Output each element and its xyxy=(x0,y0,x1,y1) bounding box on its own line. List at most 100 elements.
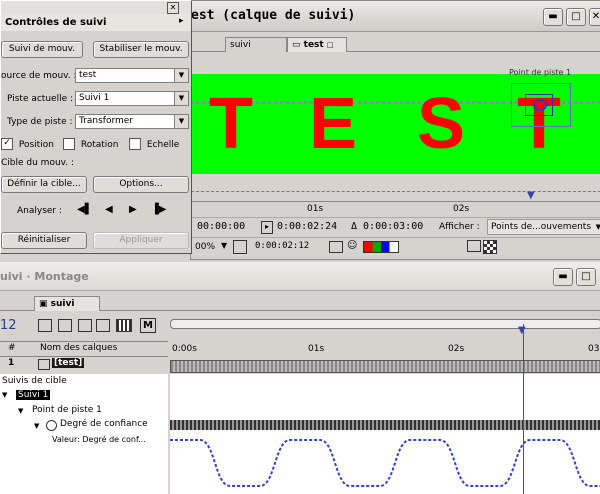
layer-time-controls: 00:00:00 ▸ 0:00:02:24 Δ 0:00:03:00 Affic… xyxy=(191,217,600,236)
set-target-button[interactable]: Définir la cible... xyxy=(1,176,87,193)
comp-viewer[interactable]: T E S T xyxy=(191,74,600,174)
tab-timeline-suivi[interactable]: ▣ suivi xyxy=(34,296,100,311)
playhead-icon[interactable]: ▼ xyxy=(518,325,526,336)
expand-icon[interactable]: ▼ xyxy=(2,391,7,399)
apply-button: Appliquer xyxy=(93,232,189,249)
playhead-icon[interactable]: ▼ xyxy=(527,190,535,201)
maximize-icon[interactable]: □ xyxy=(566,8,586,26)
marker-icon[interactable]: M xyxy=(140,318,156,333)
scale-checkbox[interactable]: Echelle xyxy=(129,138,179,150)
shy-icon[interactable] xyxy=(58,319,72,332)
source-dropdown[interactable]: test ▼ xyxy=(75,68,189,83)
film-icon[interactable] xyxy=(116,319,132,332)
letter-s: S xyxy=(417,84,466,164)
reset-button[interactable]: Réinitialiser xyxy=(1,232,87,249)
frame-blend-icon[interactable] xyxy=(78,319,92,332)
layer-name[interactable]: [test] xyxy=(52,358,85,368)
color-channels-icon[interactable] xyxy=(363,241,399,253)
layer-bottom-bar: 00% ▼ 0:00:02:12 ☺ xyxy=(191,237,600,256)
timeline-playhead[interactable] xyxy=(523,324,524,494)
timeline-tree: Suivis de cible ▼ Suivi 1 ▼ Point de pis… xyxy=(0,374,168,494)
letter-e: E xyxy=(309,84,358,164)
step-forward-icon[interactable]: ▶ xyxy=(129,204,137,215)
analyze-forward-icon[interactable]: ▐▶ xyxy=(151,204,166,215)
layer-tab-bar: suivi ▭ test □ xyxy=(191,35,600,52)
track-motion-button[interactable]: Suivi de mouv. xyxy=(1,41,83,58)
stabilize-motion-button[interactable]: Stabiliser le mouv. xyxy=(93,41,189,58)
show-label: Afficher : xyxy=(439,222,480,232)
confidence-keyframes[interactable] xyxy=(170,420,600,430)
camera-icon[interactable] xyxy=(329,241,343,253)
person-icon[interactable]: ☺ xyxy=(347,240,357,251)
timeline-titlebar[interactable]: uivi · Montage ▬ □ xyxy=(0,262,600,291)
letter-t1: T xyxy=(209,84,253,164)
current-track-dropdown[interactable]: Suivi 1 ▼ xyxy=(75,91,189,106)
confidence-graph[interactable] xyxy=(170,434,600,494)
layer-duration-bar[interactable] xyxy=(170,360,600,373)
stopwatch-icon[interactable] xyxy=(46,420,57,431)
layer-work-area[interactable] xyxy=(191,191,600,200)
grid-icon[interactable] xyxy=(233,240,247,254)
tracker-panel-header: Contrôles de suivi ▸ xyxy=(1,14,191,31)
comp-icon: ▣ xyxy=(39,299,51,309)
expand-icon[interactable]: ▼ xyxy=(18,407,23,415)
panel-menu-icon[interactable]: ▸ xyxy=(179,16,184,26)
time-duration: Δ 0:00:03:00 xyxy=(351,221,424,232)
region-icon[interactable] xyxy=(467,240,481,252)
track-type-dropdown[interactable]: Transformer ▼ xyxy=(75,114,189,129)
track-point-icon[interactable] xyxy=(533,99,547,111)
tracker-panel-titlebar[interactable] xyxy=(1,1,191,14)
options-button[interactable]: Options... xyxy=(93,176,189,193)
transparency-grid-icon[interactable] xyxy=(483,240,497,254)
chevron-down-icon: ▼ xyxy=(595,223,600,231)
set-in-icon[interactable]: ▸ xyxy=(261,221,273,234)
time-current[interactable]: 0:00:02:24 xyxy=(277,221,337,232)
minimize-icon[interactable]: ▬ xyxy=(543,8,563,26)
layer-row[interactable]: 1 [test] xyxy=(0,358,168,371)
track-point-label: Point de piste 1 xyxy=(509,68,572,77)
tab-test[interactable]: ▭ test □ xyxy=(287,37,347,52)
current-time-display[interactable]: 12 xyxy=(0,318,17,333)
analyze-backward-icon[interactable]: ◀▌ xyxy=(77,204,92,215)
timeline-graph-area xyxy=(170,374,600,494)
col-num: # xyxy=(8,343,16,353)
tab-suivi[interactable]: suivi xyxy=(225,37,287,52)
tracker-close-icon[interactable]: ✕ xyxy=(167,2,179,14)
tab-close-icon[interactable]: □ xyxy=(327,41,334,49)
layer-column-header: # Nom des calques xyxy=(0,341,168,357)
timeline-switches-bar: M xyxy=(36,318,161,333)
checkmark-icon: ✓ xyxy=(1,138,13,150)
layer-ruler[interactable]: 01s 02s ▼ xyxy=(191,190,600,214)
zoom-value[interactable]: 00% xyxy=(195,242,215,252)
tree-track[interactable]: Suivi 1 xyxy=(16,390,51,400)
step-backward-icon[interactable]: ◀ xyxy=(105,204,113,215)
maximize-icon[interactable]: □ xyxy=(576,268,596,286)
time-start[interactable]: 00:00:00 xyxy=(197,221,245,232)
chevron-down-icon: ▼ xyxy=(174,69,188,82)
timecode-small[interactable]: 0:00:02:12 xyxy=(255,241,309,251)
zoom-dropdown-icon[interactable]: ▼ xyxy=(221,241,227,250)
layer-icon xyxy=(38,359,50,370)
close-icon[interactable]: ✕ xyxy=(589,8,600,26)
expand-icon[interactable]: ▼ xyxy=(34,422,39,430)
current-track-label: Piste actuelle : xyxy=(7,94,74,104)
minimize-icon[interactable]: ▬ xyxy=(553,268,573,286)
comp-mini-icon[interactable] xyxy=(38,319,52,332)
layer-icon: ▭ xyxy=(292,40,304,50)
col-name: Nom des calques xyxy=(40,343,118,353)
tracker-controls-panel: ✕ Contrôles de suivi ▸ Suivi de mouv. St… xyxy=(0,0,192,254)
target-label: Cible du mouv. : xyxy=(1,158,75,168)
track-type-label: Type de piste : xyxy=(7,117,73,127)
layer-window: est (calque de suivi) ▬ □ ✕ suivi ▭ test… xyxy=(190,0,600,260)
chevron-down-icon: ▼ xyxy=(174,115,188,128)
position-checkbox[interactable]: ✓ Position xyxy=(1,138,54,150)
timeline-tab-bar: ▣ suivi xyxy=(0,294,600,311)
motion-blur-icon[interactable] xyxy=(96,319,110,332)
timeline-navigator[interactable] xyxy=(170,319,600,329)
show-dropdown[interactable]: Points de...ouvements ▼ xyxy=(487,219,600,235)
tracker-panel-title: Contrôles de suivi xyxy=(5,17,107,28)
timeline-ruler[interactable]: 0:00s 01s 02s 03 xyxy=(170,334,600,361)
tree-value: Valeur: Degré de conf... xyxy=(52,435,146,444)
layer-window-titlebar[interactable]: est (calque de suivi) ▬ □ ✕ xyxy=(191,1,600,32)
rotation-checkbox[interactable]: Rotation xyxy=(63,138,119,150)
